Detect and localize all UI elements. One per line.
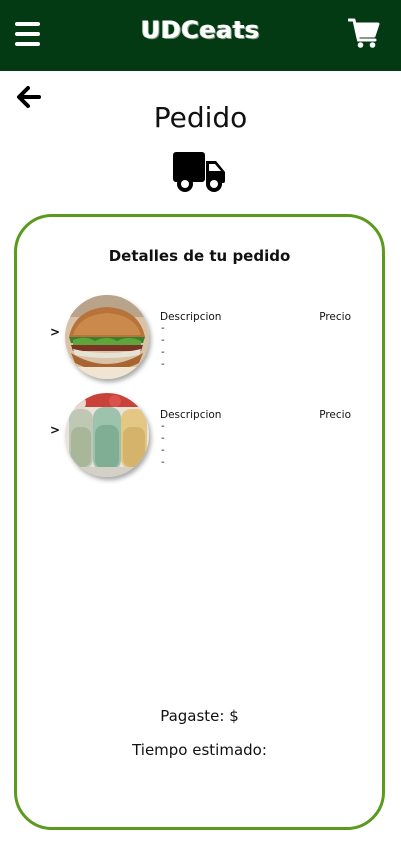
description-header: Descripcion: [160, 409, 222, 421]
detail-line: -: [161, 433, 165, 444]
sandwich-image: [65, 295, 149, 379]
order-details-title: Detalles de tu pedido: [108, 247, 291, 265]
top-app-bar: UDCeats: [0, 0, 401, 71]
item-detail-lines: - - - -: [161, 421, 165, 469]
order-details-card: Detalles de tu pedido > Descripcion Prec…: [14, 214, 385, 830]
detail-line: -: [161, 335, 165, 346]
page-title: Pedido: [153, 101, 248, 134]
brand-logo: UDCeats: [141, 16, 260, 44]
drinks-image: [65, 393, 149, 477]
detail-line: -: [161, 323, 165, 334]
order-item: > Descripcion Precio - - - -: [17, 393, 382, 483]
estimated-time-label: Tiempo estimado:: [132, 741, 267, 759]
expand-chevron-icon[interactable]: >: [50, 325, 60, 339]
detail-line: -: [161, 457, 165, 468]
cart-icon[interactable]: [347, 17, 380, 49]
price-header: Precio: [319, 409, 351, 421]
item-detail-lines: - - - -: [161, 323, 165, 371]
delivery-truck-icon: [173, 150, 227, 194]
detail-line: -: [161, 421, 165, 432]
detail-line: -: [161, 347, 165, 358]
detail-line: -: [161, 445, 165, 456]
expand-chevron-icon[interactable]: >: [50, 423, 60, 437]
paid-amount-label: Pagaste: $: [160, 707, 239, 725]
description-header: Descripcion: [160, 311, 222, 323]
detail-line: -: [161, 359, 165, 370]
price-header: Precio: [319, 311, 351, 323]
order-item: > Descripcion Precio - - - -: [17, 295, 382, 385]
